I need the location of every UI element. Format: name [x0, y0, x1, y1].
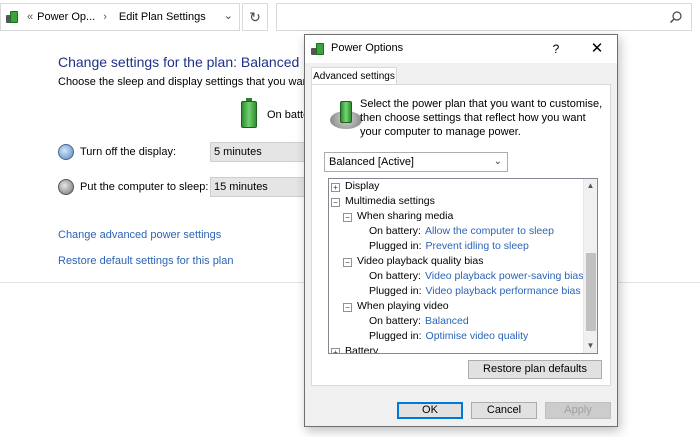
tree-group-row[interactable]: + Battery [331, 344, 379, 354]
chevron-down-icon: ⌄ [493, 156, 502, 167]
sleep-setting-row: Put the computer to sleep: [58, 178, 208, 196]
dialog-titlebar[interactable]: Power Options ? ✕ [305, 35, 617, 63]
tree-setting-row[interactable]: Plugged in: Video playback performance bi… [369, 284, 581, 299]
breadcrumb-power-options[interactable]: Power Op... [37, 11, 95, 23]
tree-group-row[interactable]: − When sharing media [343, 209, 453, 224]
collapse-icon[interactable]: − [343, 213, 352, 222]
display-setting-row: Turn off the display: [58, 143, 176, 161]
tree-group-row[interactable]: + Display [331, 179, 379, 194]
scroll-thumb[interactable] [586, 253, 596, 331]
tree-setting-row[interactable]: Plugged in: Optimise video quality [369, 329, 528, 344]
tree-item-label: On battery: [369, 225, 421, 237]
tree-item-value-link[interactable]: Allow the computer to sleep [425, 225, 554, 237]
address-bar-row: « Power Op... › Edit Plan Settings ⌄ ↻ [0, 0, 700, 34]
apply-button[interactable]: Apply [545, 402, 611, 419]
tree-item-label: When sharing media [357, 210, 454, 222]
tree-setting-row[interactable]: On battery: Balanced [369, 314, 469, 329]
sleep-setting-label: Put the computer to sleep: [80, 181, 209, 193]
collapse-icon[interactable]: − [331, 198, 340, 207]
tree-item-label: On battery: [369, 270, 421, 282]
sleep-icon [58, 179, 74, 195]
on-battery-column-label: On batte [267, 109, 304, 121]
divider [0, 282, 304, 283]
tree-group-row[interactable]: − Video playback quality bias [343, 254, 483, 269]
ok-button[interactable]: OK [397, 402, 463, 419]
expand-icon[interactable]: + [331, 348, 340, 353]
tree-item-label: On battery: [369, 315, 421, 327]
tree-setting-row[interactable]: On battery: Video playback power-saving b… [369, 269, 584, 284]
tree-scrollbar[interactable]: ▲ ▼ [583, 179, 597, 353]
power-plan-icon [330, 99, 362, 131]
display-timeout-select[interactable]: 5 minutes [210, 142, 304, 162]
close-button[interactable]: ✕ [585, 39, 609, 59]
battery-icon [240, 98, 258, 128]
tab-advanced-settings[interactable]: Advanced settings [311, 67, 397, 85]
advanced-settings-panel: Select the power plan that you want to c… [311, 84, 611, 386]
address-bar[interactable]: « Power Op... › Edit Plan Settings ⌄ [0, 3, 240, 31]
breadcrumb-overflow-icon[interactable]: « [27, 11, 33, 23]
tree-item-value-link[interactable]: Balanced [425, 315, 469, 327]
tree-group-row[interactable]: − When playing video [343, 299, 449, 314]
search-icon [670, 11, 682, 23]
tree-item-label: Video playback quality bias [357, 255, 484, 267]
restore-defaults-link[interactable]: Restore default settings for this plan [58, 255, 233, 267]
change-advanced-settings-link[interactable]: Change advanced power settings [58, 229, 221, 241]
address-dropdown-icon[interactable]: ⌄ [224, 9, 233, 22]
tree-item-label: When playing video [357, 300, 449, 312]
expand-icon[interactable]: + [331, 183, 340, 192]
dialog-title: Power Options [331, 42, 404, 54]
display-setting-label: Turn off the display: [80, 146, 176, 158]
tree-item-value-link[interactable]: Video playback performance bias [426, 285, 581, 297]
breadcrumb-separator-icon: › [103, 11, 107, 23]
plan-select[interactable]: Balanced [Active] ⌄ [324, 152, 508, 172]
tree-item-value-link[interactable]: Optimise video quality [426, 330, 529, 342]
tree-setting-row[interactable]: Plugged in: Prevent idling to sleep [369, 239, 529, 254]
refresh-button[interactable]: ↻ [242, 3, 268, 31]
settings-tree[interactable]: + Display − Multimedia settings − When sharin… [328, 178, 598, 354]
divider [618, 282, 700, 283]
scroll-down-icon[interactable]: ▼ [584, 339, 597, 353]
scroll-up-icon[interactable]: ▲ [584, 179, 597, 193]
page-title: Change settings for the plan: Balanced [58, 54, 300, 70]
tree-item-label: Plugged in: [369, 285, 422, 297]
help-button[interactable]: ? [545, 39, 567, 59]
power-options-icon [311, 41, 327, 57]
tree-item-label: Multimedia settings [345, 195, 435, 207]
display-icon [58, 144, 74, 160]
power-options-icon [6, 9, 22, 25]
tree-setting-row[interactable]: On battery: Allow the computer to sleep [369, 224, 554, 239]
page-subtitle: Choose the sleep and display settings th… [58, 76, 304, 88]
plan-select-value: Balanced [Active] [329, 156, 414, 168]
collapse-icon[interactable]: − [343, 303, 352, 312]
search-input[interactable] [276, 3, 692, 31]
tree-item-label: Display [345, 180, 380, 192]
tree-item-label: Plugged in: [369, 240, 422, 252]
collapse-icon[interactable]: − [343, 258, 352, 267]
cancel-button[interactable]: Cancel [471, 402, 537, 419]
tree-item-label: Battery [345, 345, 379, 354]
tree-item-value-link[interactable]: Prevent idling to sleep [426, 240, 529, 252]
breadcrumb-edit-plan-settings[interactable]: Edit Plan Settings [119, 11, 206, 23]
tree-group-row[interactable]: − Multimedia settings [331, 194, 435, 209]
restore-plan-defaults-button[interactable]: Restore plan defaults [468, 360, 602, 379]
tree-item-label: Plugged in: [369, 330, 422, 342]
tree-item-value-link[interactable]: Video playback power-saving bias [425, 270, 584, 282]
power-options-dialog: Power Options ? ✕ Advanced settings Sele… [304, 34, 618, 427]
sleep-timeout-select[interactable]: 15 minutes [210, 177, 304, 197]
dialog-instructions: Select the power plan that you want to c… [360, 98, 603, 138]
